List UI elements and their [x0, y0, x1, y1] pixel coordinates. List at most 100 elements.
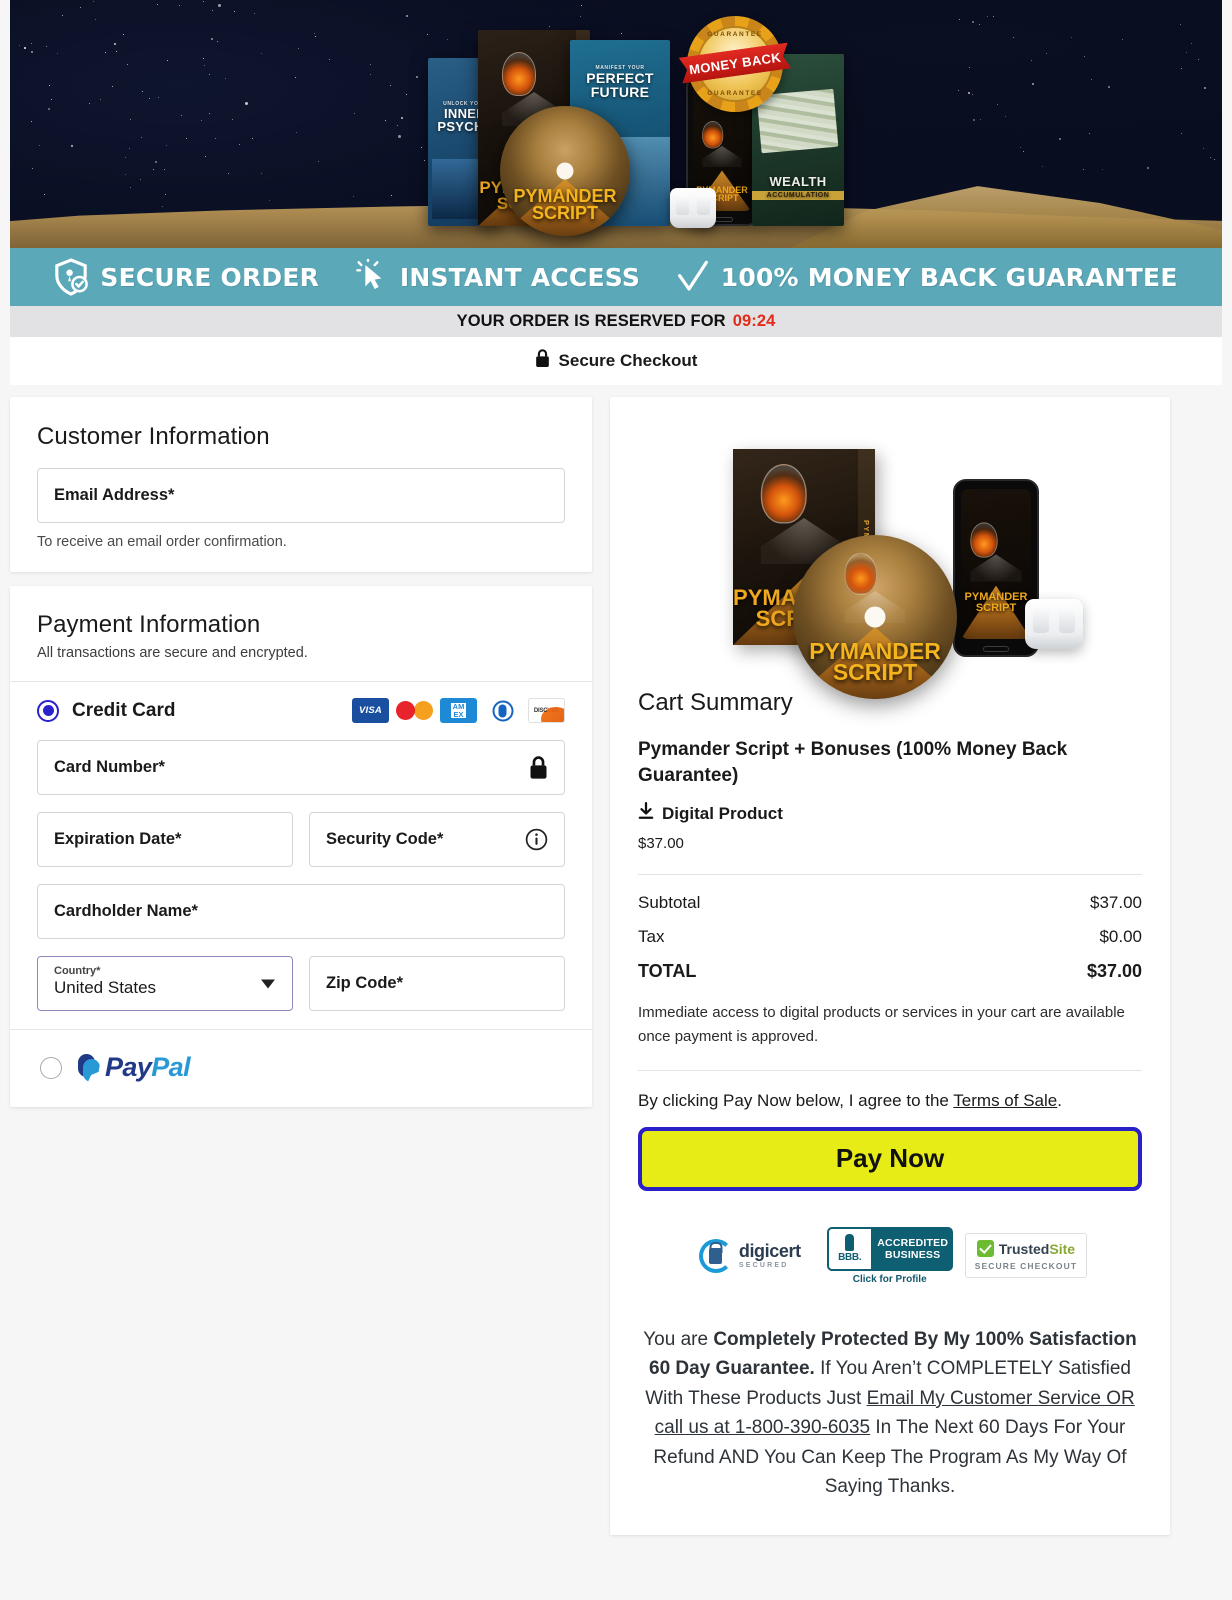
timer-prefix: YOUR ORDER IS RESERVED FOR: [456, 312, 726, 330]
bbb-torch-icon: BBB.: [826, 1226, 873, 1271]
product-phone-label: PYMANDER SCRIPT: [964, 591, 1028, 614]
bbb-click-for-profile[interactable]: Click for Profile: [853, 1274, 927, 1285]
secure-checkout-row: Secure Checkout: [10, 337, 1222, 385]
terms-of-sale-link[interactable]: Terms of Sale: [953, 1091, 1057, 1110]
chevron-down-icon[interactable]: [261, 979, 275, 988]
order-reserved-timer: YOUR ORDER IS RESERVED FOR 09:24: [10, 306, 1222, 337]
trust-item-secure-order: SECURE ORDER: [54, 258, 319, 296]
zip-code-label: Zip Code*: [326, 974, 403, 992]
trust-item-label: INSTANT ACCESS: [399, 262, 641, 292]
trust-strip: SECURE ORDER INSTANT ACCESS 100% MONEY B…: [10, 248, 1222, 306]
paypal-mark-icon: [76, 1053, 100, 1082]
guarantee-p1: You are: [643, 1328, 714, 1350]
digicert-badge[interactable]: digicert SECURED: [692, 1232, 815, 1279]
checkmark-icon: [677, 259, 709, 295]
paypal-label-pay: Pay: [105, 1052, 152, 1082]
total-value: $37.00: [1090, 893, 1142, 913]
total-label: Subtotal: [638, 893, 701, 913]
hero-banner: UNLOCK YOURINNER PSYCHE PYMANDER SCRIPT …: [10, 0, 1222, 248]
trustedsite-check-icon: [976, 1240, 994, 1258]
paypal-option-row[interactable]: PayPal: [10, 1030, 592, 1107]
cardholder-name-label: Cardholder Name*: [54, 902, 198, 920]
accepted-card-logos: VISA AM EX DISCVER: [352, 698, 565, 723]
trustedsite-site: Site: [1049, 1240, 1076, 1257]
visa-icon: VISA: [352, 698, 389, 723]
trustedsite-trusted: Trusted: [998, 1240, 1050, 1257]
total-label: TOTAL: [638, 961, 697, 982]
country-select-label: Country*: [54, 965, 101, 977]
trust-item-label: 100% MONEY BACK GUARANTEE: [720, 262, 1178, 292]
bbb-accredited: ACCREDITED: [877, 1236, 949, 1249]
lock-icon: [535, 349, 550, 373]
diners-club-icon: [484, 698, 521, 723]
mastercard-icon: [396, 698, 433, 723]
card-number-field[interactable]: Card Number*: [37, 740, 565, 795]
hero-book-future-title: PERFECT FUTURE: [586, 70, 654, 101]
hero-earbuds: [670, 188, 716, 228]
cardholder-name-field[interactable]: Cardholder Name*: [37, 884, 565, 939]
timer-countdown: 09:24: [732, 312, 776, 330]
zip-code-field[interactable]: Zip Code*: [309, 956, 565, 1011]
credit-card-label: Credit Card: [72, 699, 176, 721]
shield-check-icon: [54, 258, 89, 296]
total-row-grand: TOTAL $37.00: [638, 954, 1142, 989]
pay-now-button[interactable]: Pay Now: [638, 1126, 1142, 1191]
email-hint: To receive an email order confirmation.: [37, 534, 287, 550]
cart-summary-card: PYMANDER SCRIPT PYMANDER PYMANDER SCRIPT: [610, 397, 1170, 1536]
total-value: $0.00: [1099, 927, 1142, 947]
country-select-value: United States: [54, 978, 157, 997]
product-phone-figure: [970, 522, 1022, 582]
security-code-field[interactable]: Security Code*: [309, 812, 565, 867]
lock-icon: [529, 755, 548, 780]
payment-information-title: Payment Information: [37, 611, 261, 638]
security-code-label: Security Code*: [326, 830, 444, 848]
checkout-page: UNLOCK YOURINNER PSYCHE PYMANDER SCRIPT …: [0, 0, 1232, 1600]
trust-item-label: SECURE ORDER: [100, 262, 320, 292]
digicert-name: digicert: [738, 1241, 801, 1262]
credit-card-radio[interactable]: [37, 699, 59, 722]
expiration-date-field[interactable]: Expiration Date*: [37, 812, 293, 867]
trustedsite-badge[interactable]: TrustedSite SECURE CHECKOUT: [964, 1233, 1088, 1279]
paypal-radio[interactable]: [40, 1056, 62, 1079]
security-badges: digicert SECURED BBB. ACCREDITED BUSINES…: [638, 1226, 1142, 1285]
paypal-logo: PayPal: [76, 1052, 191, 1083]
email-field[interactable]: Email Address*: [37, 468, 565, 523]
product-image: PYMANDER SCRIPT PYMANDER PYMANDER SCRIPT: [675, 427, 1105, 699]
info-icon[interactable]: [525, 828, 548, 851]
bbb-badge[interactable]: BBB. ACCREDITED BUSINESS Click for Profi…: [826, 1226, 953, 1285]
credit-card-option-row[interactable]: Credit Card VISA AM EX DISCVER: [37, 698, 565, 723]
seal-top-text: GUARANTEE: [707, 31, 763, 38]
payment-information-subtitle: All transactions are secure and encrypte…: [37, 645, 308, 661]
total-row-tax: Tax $0.00: [638, 920, 1142, 954]
bbb-abbrev: BBB.: [838, 1252, 862, 1264]
checkout-form-column: Customer Information Email Address* To r…: [10, 397, 592, 1107]
terms-agreement: By clicking Pay Now below, I agree to th…: [638, 1091, 1142, 1111]
country-select[interactable]: Country* United States: [37, 956, 293, 1011]
total-label: Tax: [638, 927, 665, 947]
customer-information-card: Customer Information Email Address* To r…: [10, 397, 592, 572]
paypal-label-pal: Pal: [151, 1052, 190, 1082]
discover-icon: DISCVER: [528, 698, 565, 723]
hero-book-wealth-title: WEALTH: [769, 174, 827, 189]
terms-suffix: .: [1057, 1090, 1062, 1110]
terms-prefix: By clicking Pay Now below, I agree to th…: [638, 1090, 954, 1110]
hero-cd-label: PYMANDER SCRIPT: [513, 186, 617, 224]
cart-item-type-label: Digital Product: [662, 803, 783, 823]
immediate-access-note: Immediate access to digital products or …: [638, 1004, 1125, 1045]
guarantee-text: You are Completely Protected By My 100% …: [638, 1325, 1142, 1502]
cart-item-price: $37.00: [638, 835, 684, 853]
expiration-date-label: Expiration Date*: [54, 830, 182, 848]
money-back-seal: GUARANTEE GUARANTEE MONEY BACK: [687, 16, 783, 112]
trust-item-money-back: 100% MONEY BACK GUARANTEE: [677, 259, 1178, 295]
digicert-lock-icon: [698, 1238, 733, 1273]
seal-bottom-text: GUARANTEE: [707, 90, 763, 97]
product-cd-disc: PYMANDER SCRIPT: [793, 535, 957, 699]
cart-item-type-row: Digital Product: [638, 802, 1142, 825]
customer-information-title: Customer Information: [37, 423, 270, 450]
bbb-business: BUSINESS: [885, 1248, 941, 1261]
cart-item-name: Pymander Script + Bonuses (100% Money Ba…: [638, 739, 1068, 786]
product-earbuds: [1025, 599, 1083, 649]
hero-cd-disc: PYMANDER SCRIPT: [500, 106, 630, 236]
total-row-subtotal: Subtotal $37.00: [638, 875, 1142, 920]
trustedsite-secure-checkout: SECURE CHECKOUT: [974, 1261, 1078, 1272]
